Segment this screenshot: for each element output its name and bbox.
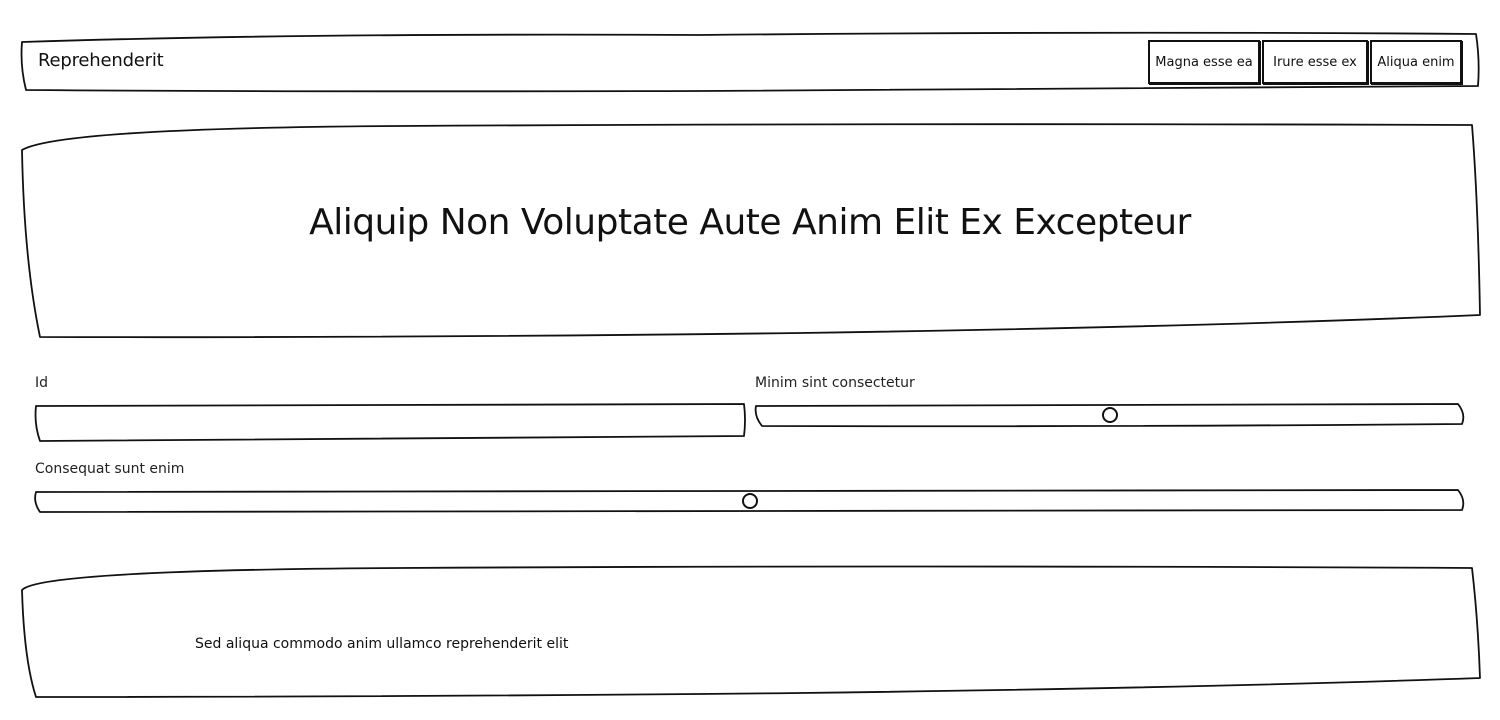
- page: Reprehenderit Magna esse ea Irure esse e…: [0, 0, 1500, 720]
- hero-title: Aliquip Non Voluptate Aute Anim Elit Ex …: [309, 202, 1191, 243]
- id-field-label: Id: [35, 375, 49, 391]
- nav-button-irure[interactable]: Irure esse ex: [1262, 40, 1368, 84]
- slider-two[interactable]: [36, 490, 1464, 512]
- nav-button-aliqua[interactable]: Aliqua enim: [1370, 40, 1462, 84]
- slider-two-label: Consequat sunt enim: [35, 461, 185, 477]
- sketch-outlines: [20, 31, 1481, 698]
- slider-one[interactable]: [756, 404, 1464, 426]
- header-frame: [20, 31, 1480, 93]
- slider-one-thumb[interactable]: [1102, 407, 1118, 423]
- nav-button-magna[interactable]: Magna esse ea: [1148, 40, 1260, 84]
- slider-one-label: Minim sint consectetur: [755, 375, 915, 391]
- footer-frame: [21, 565, 1481, 698]
- slider-two-thumb[interactable]: [742, 493, 758, 509]
- id-input[interactable]: [37, 406, 743, 440]
- footer-text: Sed aliqua commodo anim ullamco reprehen…: [195, 636, 569, 652]
- brand-logo-text: Reprehenderit: [38, 50, 164, 71]
